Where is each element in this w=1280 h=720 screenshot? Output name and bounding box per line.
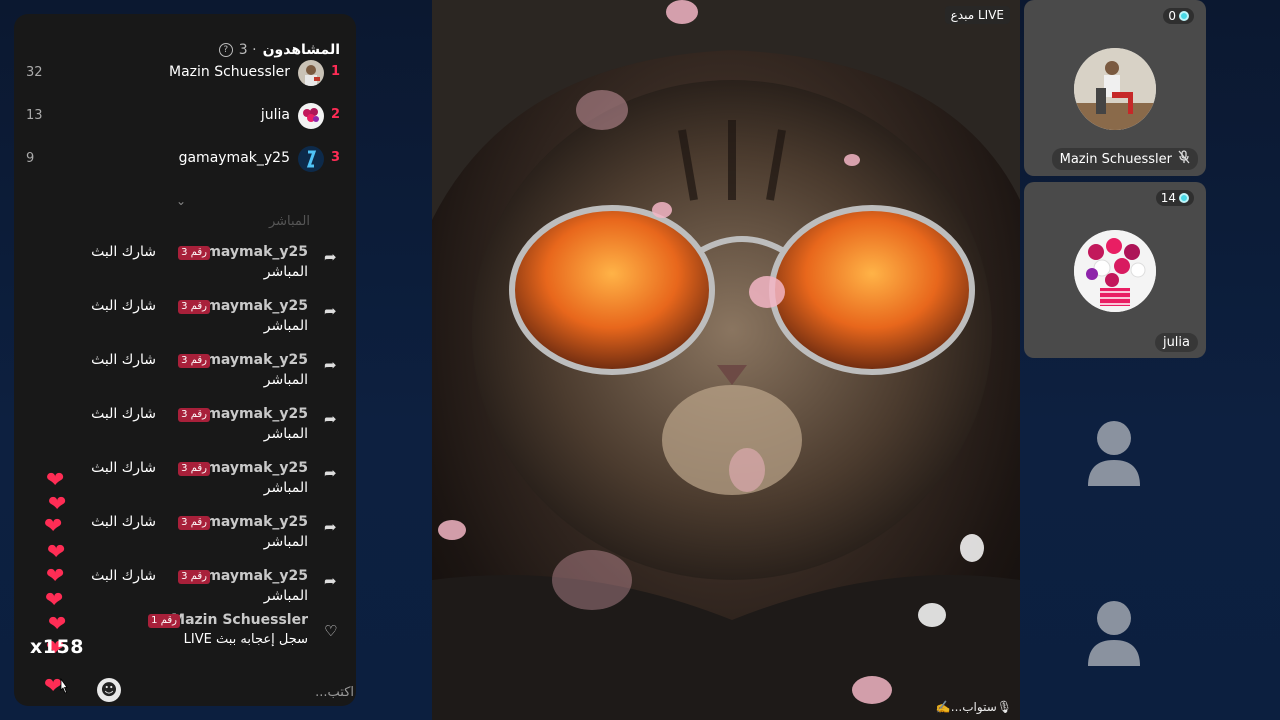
chat-text: شارك البث [91, 244, 156, 260]
heart-icon: ❤ [47, 540, 66, 565]
heart-icon: ❤ [48, 612, 67, 637]
chat-message[interactable]: ➦ gamaymak_y25 رقم 3 شارك البث المباشر [42, 242, 342, 290]
share-icon: ➦ [324, 518, 337, 536]
viewer-name: gamaymak_y25 [178, 150, 290, 166]
empty-seat-icon[interactable] [1086, 418, 1142, 488]
viewer-row[interactable]: 32 Mazin Schuessler 1 [14, 58, 356, 88]
chat-text: شارك البث [91, 514, 156, 530]
share-icon: ➦ [324, 248, 337, 266]
video-frame [432, 0, 1020, 720]
rank-badge: رقم 1 [148, 614, 180, 628]
guest-name: Mazin Schuessler [1059, 151, 1172, 167]
heart-outline-icon: ♡ [324, 622, 338, 640]
share-icon: ➦ [324, 572, 337, 590]
share-icon: ➦ [324, 410, 337, 428]
chat-message[interactable]: ➦ gamaymak_y25 رقم 3 شارك البث المباشر [42, 296, 342, 344]
chat-username: Mazin Schuessler [171, 612, 308, 628]
chat-message[interactable]: ➦ gamaymak_y25 رقم 3 شارك البث المباشر [42, 458, 342, 506]
chat-message[interactable]: ➦ gamaymak_y25 رقم 3 شارك البث المباشر [42, 512, 342, 560]
chat-text: المباشر [263, 426, 308, 442]
rank-badge: رقم 3 [178, 408, 210, 422]
avatar [298, 60, 324, 86]
empty-seat-icon[interactable] [1086, 598, 1142, 668]
chat-text: شارك البث [91, 298, 156, 314]
heart-icon: ❤ [48, 492, 67, 517]
guest-avatar [1074, 48, 1156, 130]
comment-input[interactable] [134, 680, 356, 704]
guest-tile[interactable]: 0 Mazin Schuessler [1024, 0, 1206, 176]
rank-badge: رقم 3 [178, 570, 210, 584]
rank-badge: رقم 3 [178, 462, 210, 476]
emoji-button[interactable]: ☻ [97, 678, 121, 702]
viewers-title: المشاهدون [262, 42, 340, 58]
viewer-score: 13 [26, 108, 43, 123]
viewer-rank: 3 [330, 150, 340, 165]
heart-icon: ❤ [46, 564, 65, 589]
mic-off-icon [1178, 150, 1190, 168]
share-icon: ➦ [324, 356, 337, 374]
heart-icon: ❤ [46, 468, 65, 493]
guest-tile[interactable]: 14 julia [1024, 182, 1206, 358]
chat-text: المباشر [263, 372, 308, 388]
chat-text: المباشر [263, 534, 308, 550]
rank-badge: رقم 3 [178, 516, 210, 530]
guest-coins: 0 [1163, 8, 1194, 24]
live-tag: مبدع LIVE [944, 6, 1010, 24]
viewer-name: Mazin Schuessler [168, 64, 290, 80]
heart-icon: ❤ [44, 514, 63, 539]
avatar [298, 146, 324, 172]
guest-avatar [1074, 230, 1156, 312]
chat-text: سجل إعجابه ببث LIVE [183, 632, 308, 647]
coin-icon [1179, 193, 1189, 203]
chat-panel: المشاهدون · 3 ? 32 Mazin Schuessler 1 13… [14, 14, 356, 706]
chat-text: المباشر [263, 480, 308, 496]
viewers-header[interactable]: المشاهدون · 3 ? [218, 40, 340, 60]
video-caption: ✍️...ستواب🎙 [935, 700, 1012, 714]
guest-name: julia [1162, 335, 1190, 350]
like-counter: x158 [30, 636, 84, 658]
guest-name-pill: Mazin Schuessler [1051, 148, 1198, 170]
coins-value: 14 [1160, 191, 1176, 205]
share-icon: ➦ [324, 302, 337, 320]
help-icon[interactable]: ? [218, 43, 233, 57]
viewer-row[interactable]: 13 julia 2 [14, 101, 356, 131]
viewer-name: julia [260, 107, 290, 123]
heart-icon: ❤ [45, 588, 64, 613]
coins-value: 0 [1168, 9, 1176, 23]
share-icon: ➦ [324, 464, 337, 482]
chevron-down-icon[interactable]: ⌄ [176, 194, 186, 208]
guest-coins: 14 [1155, 190, 1194, 206]
chat-text: المباشر [263, 318, 308, 334]
rank-badge: رقم 3 [178, 300, 210, 314]
chat-message[interactable]: ➦ gamaymak_y25 رقم 3 شارك البث المباشر [42, 404, 342, 452]
rank-badge: رقم 3 [178, 354, 210, 368]
viewers-count: · 3 [238, 42, 257, 58]
chat-text: المباشر [263, 588, 308, 604]
chat-message[interactable]: ➦ gamaymak_y25 رقم 3 شارك البث المباشر [42, 566, 342, 614]
chat-text: شارك البث [91, 352, 156, 368]
guest-name-pill: julia [1154, 333, 1198, 352]
rank-badge: رقم 3 [178, 246, 210, 260]
chat-faded-text: المباشر [268, 214, 310, 229]
chat-text: شارك البث [91, 568, 156, 584]
viewer-row[interactable]: 9 gamaymak_y25 3 [14, 144, 356, 174]
chat-text: شارك البث [91, 460, 156, 476]
coin-icon [1179, 11, 1189, 21]
viewer-score: 9 [26, 151, 35, 166]
live-video[interactable]: مبدع LIVE ✍️...ستواب🎙 [432, 0, 1020, 720]
viewer-score: 32 [26, 65, 43, 80]
chat-text: شارك البث [91, 406, 156, 422]
viewer-rank: 1 [330, 64, 340, 79]
chat-message-like[interactable]: ♡ Mazin Schuessler رقم 1 سجل إعجابه ببث … [42, 612, 342, 660]
cursor-icon [60, 678, 68, 694]
avatar [298, 103, 324, 129]
chat-message[interactable]: ➦ gamaymak_y25 رقم 3 شارك البث المباشر [42, 350, 342, 398]
chat-text: المباشر [263, 264, 308, 280]
viewer-rank: 2 [330, 107, 340, 122]
